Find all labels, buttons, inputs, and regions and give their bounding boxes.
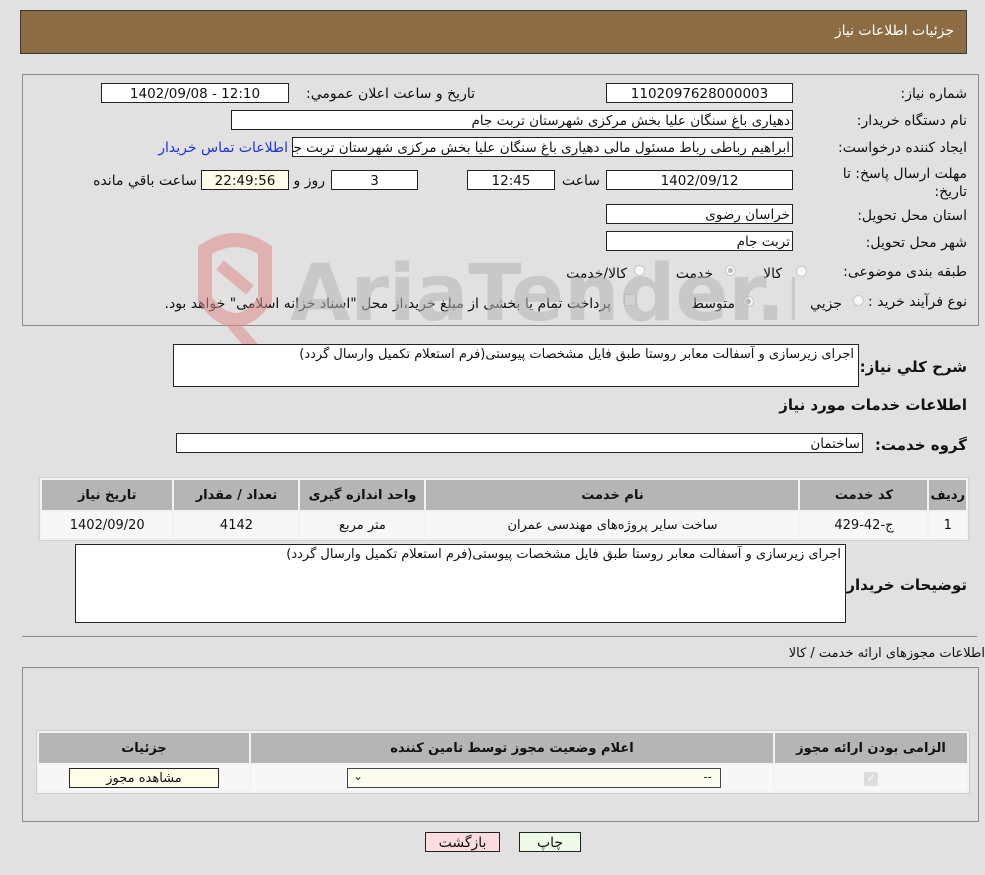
cell-permit-details: مشاهده مجوز (39, 765, 249, 791)
need-number-label: شماره نیاز: (900, 86, 968, 102)
buyer-notes-textarea[interactable] (75, 544, 846, 623)
cell-row: 1 (929, 512, 966, 538)
required-checkbox: ✓ (864, 771, 878, 786)
category-label: طبقه بندی موضوعی: (843, 264, 967, 280)
cell-unit: متر مربع (300, 512, 425, 538)
col-unit: واحد اندازه گیری (300, 480, 425, 510)
treasury-checkbox[interactable] (624, 294, 636, 306)
cell-permit-required: ✓ (775, 765, 967, 791)
cell-service-name: ساخت سایر پروژه‌های مهندسی عمران (426, 512, 799, 538)
need-number-field: 1102097628000003 (606, 83, 793, 103)
summary-textarea[interactable] (173, 344, 859, 387)
col-service-code: کد خدمت (800, 480, 928, 510)
remaining-label: ساعت باقي مانده (93, 173, 197, 189)
purchase-type-label: نوع فرآیند خرید : (868, 294, 967, 310)
remaining-time-field: 22:49:56 (201, 170, 289, 190)
remaining-days-field: 3 (331, 170, 418, 190)
category-radio-service[interactable] (725, 265, 736, 276)
col-permit-details: جزئیات (39, 733, 249, 763)
deadline-date-field: 1402/09/12 (606, 170, 793, 190)
service-group-label: گروه خدمت: (874, 436, 967, 454)
category-radio-goods-service[interactable] (634, 265, 645, 276)
cell-service-code: ج-42-429 (800, 512, 928, 538)
cell-need-date: 1402/09/20 (42, 512, 173, 538)
services-table-header: ردیف کد خدمت نام خدمت واحد اندازه گیری ت… (42, 480, 966, 510)
deadline-label: مهلت ارسال پاسخ: تا تاریخ: (842, 166, 967, 200)
services-table: ردیف کد خدمت نام خدمت واحد اندازه گیری ت… (39, 477, 969, 541)
divider (22, 636, 977, 637)
col-quantity: تعداد / مقدار (174, 480, 299, 510)
summary-label: شرح کلي نیاز: (859, 358, 967, 376)
purchase-radio-medium[interactable] (743, 296, 754, 307)
announce-datetime-label: تاریخ و ساعت اعلان عمومي: (306, 86, 475, 102)
city-label: شهر محل تحویل: (865, 235, 967, 251)
purchase-option-minor: جزيي (810, 296, 842, 312)
requester-field: ابراهیم رباطی رباط مسئول مالی دهیاری باغ… (292, 137, 793, 157)
purchase-option-medium: متوسط (691, 296, 735, 312)
cell-permit-status: -- ⌄ (251, 765, 773, 791)
category-radio-goods[interactable] (796, 266, 807, 277)
col-row: ردیف (929, 480, 966, 510)
col-need-date: تاریخ نیاز (42, 480, 173, 510)
buyer-org-label: نام دستگاه خریدار: (856, 113, 967, 129)
table-row: 1 ج-42-429 ساخت سایر پروژه‌های مهندسی عم… (42, 512, 966, 538)
permits-table: الزامی بودن ارائه مجوز اعلام وضعیت مجوز … (36, 730, 970, 794)
table-row: ✓ -- ⌄ مشاهده مجوز (39, 765, 967, 791)
deadline-time-label: ساعت (561, 173, 600, 189)
buyer-contact-link[interactable]: اطلاعات تماس خریدار (158, 140, 288, 156)
permits-section-title: اطلاعات مجوزهای ارائه خدمت / کالا (788, 646, 985, 661)
category-option-goods-service: کالا/خدمت (566, 266, 627, 282)
province-label: استان محل تحویل: (857, 208, 967, 224)
cell-quantity: 4142 (174, 512, 299, 538)
deadline-time-field: 12:45 (467, 170, 555, 190)
page-title: جزئیات اطلاعات نیاز (834, 23, 954, 39)
col-service-name: نام خدمت (426, 480, 799, 510)
chevron-down-icon: ⌄ (353, 769, 364, 783)
permits-table-header: الزامی بودن ارائه مجوز اعلام وضعیت مجوز … (39, 733, 967, 763)
treasury-note: پرداخت تمام یا بخشی از مبلغ خرید،از محل … (164, 296, 611, 312)
category-option-goods: کالا (763, 266, 782, 282)
category-option-service: خدمت (675, 266, 713, 282)
services-section-title: اطلاعات خدمات مورد نیاز (779, 396, 967, 414)
city-field: تربت جام (606, 231, 793, 251)
page-header: جزئیات اطلاعات نیاز (20, 10, 967, 54)
announce-datetime-field: 1402/09/08 - 12:10 (101, 83, 289, 103)
select-value: -- (703, 770, 712, 784)
buyer-notes-label: توضیحات خریدار: (840, 576, 967, 594)
print-button[interactable]: چاپ (519, 832, 581, 852)
days-label: روز و (293, 173, 326, 189)
col-permit-required: الزامی بودن ارائه مجوز (775, 733, 967, 763)
province-field: خراسان رضوی (606, 204, 793, 224)
view-permit-button[interactable]: مشاهده مجوز (69, 768, 219, 788)
purchase-radio-minor[interactable] (853, 295, 864, 306)
requester-label: ایجاد کننده درخواست: (838, 140, 967, 156)
back-button[interactable]: بازگشت (425, 832, 500, 852)
buyer-org-field: دهیاری باغ سنگان علیا بخش مرکزی شهرستان … (231, 110, 793, 130)
col-permit-status: اعلام وضعیت مجوز توسط تامین کننده (251, 733, 773, 763)
permit-status-select[interactable]: -- ⌄ (347, 768, 721, 788)
service-group-field: ساختمان (176, 433, 863, 453)
